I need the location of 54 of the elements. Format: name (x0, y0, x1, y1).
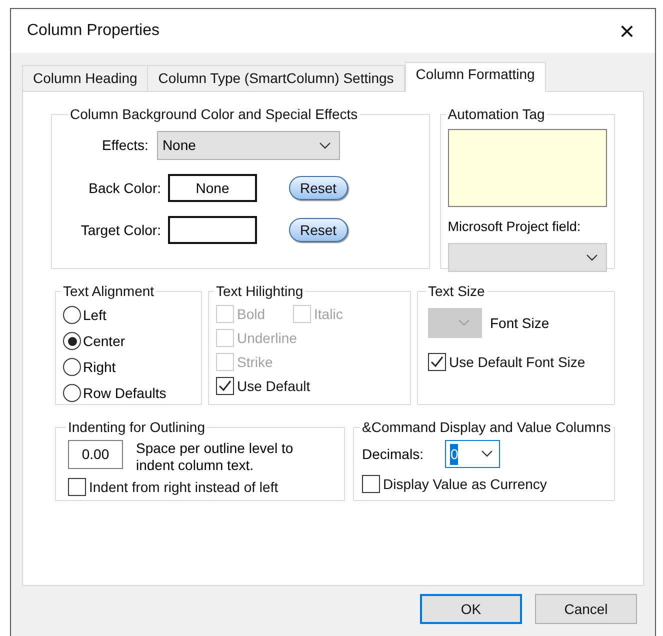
checkbox-label: Bold (237, 304, 266, 324)
chevron-down-icon (481, 450, 494, 458)
effects-dropdown[interactable]: None (157, 131, 340, 160)
radio-button[interactable] (63, 306, 81, 324)
indent-description: Space per outline level to indent column text. (136, 440, 294, 474)
checkbox[interactable] (362, 475, 380, 493)
checkbox-label: Strike (237, 352, 273, 372)
chevron-down-icon (458, 319, 470, 327)
field-label: Back Color: (88, 178, 161, 198)
color-swatch[interactable]: None (168, 174, 257, 202)
checkbox[interactable] (428, 353, 446, 371)
group-title: Text Size (427, 282, 486, 301)
field-label: Decimals: (362, 444, 424, 464)
group-title: Automation Tag (446, 105, 546, 124)
radio-button[interactable] (63, 358, 81, 376)
indent-field[interactable]: 0.00 (68, 440, 123, 469)
checkbox-label: Indent from right instead of left (89, 478, 278, 497)
color-swatch[interactable] (168, 216, 257, 244)
chevron-down-icon (319, 142, 332, 150)
close-button[interactable]: × (607, 15, 647, 47)
radio-button[interactable] (63, 332, 81, 350)
group-title: &Command Display and Value Columns (361, 418, 612, 437)
field-label: Target Color: (80, 220, 161, 240)
field-label: Font Size (490, 314, 550, 332)
radio-label: Center (83, 332, 126, 350)
radio-button[interactable] (63, 384, 81, 402)
chevron-down-icon (586, 254, 598, 262)
checkbox-label: Use Default Font Size (449, 352, 586, 372)
checkbox-label: Italic (314, 304, 343, 324)
radio-label: Row Defaults (83, 384, 166, 402)
field-label: Effects: (102, 136, 148, 155)
group-title: Column Background Color and Special Effects (69, 105, 359, 124)
checkbox-label: Display Value as Currency (383, 474, 547, 494)
automation-tag-field[interactable] (448, 129, 607, 207)
reset-button[interactable]: Reset (289, 176, 348, 200)
radio-label: Right (83, 358, 116, 377)
reset-button[interactable]: Reset (289, 218, 348, 242)
ok-button[interactable]: OK (420, 594, 522, 624)
checkbox[interactable] (216, 377, 234, 395)
radio-label: Left (83, 306, 106, 324)
tab[interactable]: Column Heading (22, 65, 148, 91)
group-title: Text Hilighting (215, 282, 304, 301)
checkbox-label: Underline (237, 328, 297, 348)
project-field-dropdown[interactable] (448, 243, 607, 272)
cancel-button[interactable]: Cancel (535, 594, 637, 624)
window-title: Column Properties (27, 21, 160, 41)
tab[interactable]: Column Formatting (404, 62, 546, 92)
field-label: Microsoft Project field: (448, 218, 582, 236)
tab[interactable]: Column Type (SmartColumn) Settings (147, 65, 405, 91)
group-title: Text Alignment (62, 282, 156, 301)
checkbox-label: Use Default (237, 376, 310, 396)
group-title: Indenting for Outlining (67, 418, 206, 437)
checkbox[interactable] (68, 478, 86, 496)
decimals-dropdown[interactable]: 0 (445, 440, 500, 468)
